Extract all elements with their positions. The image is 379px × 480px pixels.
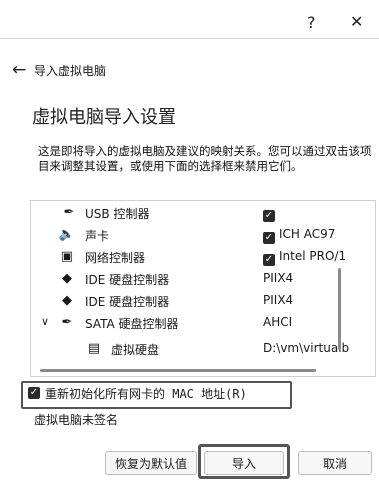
section-title: 虚拟电脑导入设置 <box>32 107 176 128</box>
unsigned-status: 虚拟电脑未签名 <box>34 413 119 427</box>
list-item-sata[interactable]: ∨ ✒ SATA 硬盘控制器 AHCI <box>31 312 375 333</box>
section-description: 这是即将导入的虚拟电脑及建议的映射关系。您可以通过双击该项目来调整其设置，或使用… <box>38 144 372 173</box>
chevron-down-icon[interactable]: ∨ <box>41 315 49 328</box>
ide-controller-icon: ◆ <box>62 270 72 286</box>
mac-reset-label[interactable]: 重新初始化所有网卡的 MAC 地址(R) <box>45 385 247 402</box>
import-settings-list[interactable]: ✒ USB 控制器 ✓ 🔈 声卡 ✓ ICH AC97 ▣ 网络控制器 ✓ Inte… <box>30 200 376 377</box>
usb-icon: ✒ <box>63 204 75 220</box>
list-item-ide-2[interactable]: ◆ IDE 硬盘控制器 PIIX4 <box>31 290 375 311</box>
horizontal-scrollbar[interactable] <box>40 369 316 372</box>
vertical-scrollbar[interactable] <box>338 268 341 350</box>
sata-controller-icon: ✒ <box>61 314 73 330</box>
restore-defaults-button[interactable]: 恢复为默认值 <box>105 451 197 475</box>
sound-checkbox[interactable]: ✓ <box>263 232 275 244</box>
close-icon[interactable]: ✕ <box>350 12 363 31</box>
network-card-icon: ▣ <box>60 248 74 264</box>
virtual-disk-icon: ▤ <box>87 340 101 356</box>
list-item-network[interactable]: ▣ 网络控制器 ✓ Intel PRO/1 <box>31 246 375 267</box>
ide-controller-icon: ◆ <box>62 292 72 308</box>
import-button[interactable]: 导入 <box>204 451 284 475</box>
title-divider <box>0 38 379 39</box>
list-item-ide-1[interactable]: ◆ IDE 硬盘控制器 PIIX4 <box>31 268 375 289</box>
back-arrow-icon[interactable]: ← <box>12 60 26 80</box>
list-item-virtual-disk[interactable]: ▤ 虚拟硬盘 D:\vm\virtualb <box>31 335 375 367</box>
usb-checkbox[interactable]: ✓ <box>263 210 275 222</box>
help-button[interactable]: ? <box>307 13 316 32</box>
list-item-usb[interactable]: ✒ USB 控制器 ✓ <box>31 202 375 223</box>
network-checkbox[interactable]: ✓ <box>263 254 275 266</box>
mac-reset-checkbox[interactable]: ✓ <box>28 387 40 399</box>
speaker-icon: 🔈 <box>58 226 76 242</box>
cancel-button[interactable]: 取消 <box>298 451 372 475</box>
list-item-sound[interactable]: 🔈 声卡 ✓ ICH AC97 <box>31 224 375 245</box>
wizard-title: 导入虚拟电脑 <box>34 64 107 78</box>
